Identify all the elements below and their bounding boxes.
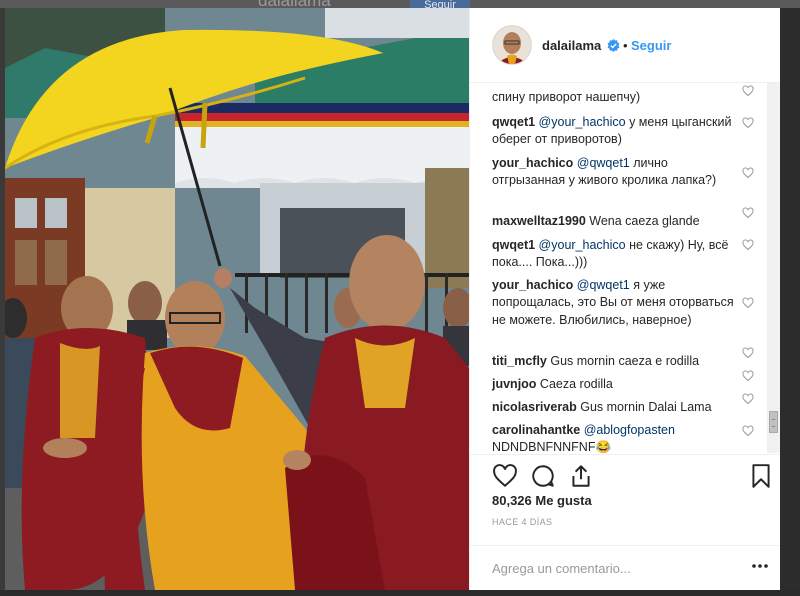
share-icon[interactable] [568, 463, 594, 489]
comment-mention[interactable]: @your_hachico [539, 238, 626, 252]
post-header: dalailama • Seguir [470, 8, 780, 83]
comments-list: спину приворот нашепчу) qwqet1 @your_hac… [470, 83, 780, 453]
add-comment-bar [470, 545, 780, 592]
bookmark-icon[interactable] [748, 463, 774, 489]
separator-dot: • [623, 38, 628, 53]
comment-item: your_hachico @qwqet1 лично отгрызанная у… [492, 155, 742, 190]
heart-icon[interactable] [492, 463, 518, 489]
comment-text: Gus mornin Dalai Lama [576, 400, 712, 414]
comment-item: qwqet1 @your_hachico у меня цыганский об… [492, 114, 742, 149]
comment-like-heart-icon[interactable] [742, 167, 754, 179]
comment-like-heart-icon[interactable] [742, 370, 754, 382]
comment-username[interactable]: carolinahantke [492, 423, 580, 437]
comment-text: NDNDBNFNNFNF😂 [492, 440, 612, 453]
comment-text: Wena caeza glande [585, 214, 700, 228]
comment-text: Gus mornin caeza e rodilla [546, 354, 700, 368]
avatar[interactable] [492, 25, 532, 65]
comment-like-heart-icon[interactable] [742, 117, 754, 129]
comment-bubble-icon[interactable] [530, 463, 556, 489]
comment-username[interactable]: nicolasriverab [492, 400, 577, 414]
comment-text: Caeza rodilla [536, 377, 613, 391]
more-dots-icon[interactable] [751, 562, 769, 570]
post-photo[interactable] [5, 8, 469, 590]
comment-mention[interactable]: @qwqet1 [577, 156, 630, 170]
comment-item: titi_mcfly Gus mornin caeza e rodilla [492, 353, 742, 370]
photo-illustration [5, 8, 469, 590]
comment-like-heart-icon[interactable] [742, 347, 754, 359]
post-actions: 80,326 Me gusta HACE 4 DÍAS [470, 454, 780, 591]
comment-username[interactable]: maxwelltaz1990 [492, 214, 586, 228]
comment-like-heart-icon[interactable] [742, 393, 754, 405]
comment-username[interactable]: juvnjoo [492, 377, 536, 391]
comment-username[interactable]: your_hachico [492, 156, 573, 170]
comment-username[interactable]: qwqet1 [492, 238, 535, 252]
likes-count[interactable]: 80,326 Me gusta [492, 493, 592, 508]
comment-username[interactable]: qwqet1 [492, 115, 535, 129]
comment-item: спину приворот нашепчу) [492, 89, 742, 106]
comment-item: maxwelltaz1990 Wena caeza glande [492, 213, 742, 230]
verified-badge-icon [607, 39, 620, 52]
comment-like-heart-icon[interactable] [742, 85, 754, 97]
post-timestamp[interactable]: HACE 4 DÍAS [492, 517, 552, 527]
comment-username[interactable]: your_hachico [492, 278, 573, 292]
scrollbar-thumb[interactable] [769, 411, 778, 433]
post-panel: dalailama • Seguir спину приворот нашепч… [469, 8, 780, 590]
background-follow-button: Seguir [410, 0, 470, 11]
comment-mention[interactable]: @qwqet1 [577, 278, 630, 292]
comment-item: nicolasriverab Gus mornin Dalai Lama [492, 399, 742, 416]
comment-like-heart-icon[interactable] [742, 207, 754, 219]
comment-like-heart-icon[interactable] [742, 297, 754, 309]
follow-button[interactable]: Seguir [631, 38, 671, 53]
background-overlay-right [779, 8, 800, 596]
comment-username[interactable]: titi_mcfly [492, 354, 547, 368]
comment-text: спину приворот нашепчу) [492, 90, 641, 104]
comment-like-heart-icon[interactable] [742, 425, 754, 437]
comment-item: qwqet1 @your_hachico не скажу) Ну, всё п… [492, 237, 742, 272]
background-page-strip: dalailama Seguir [0, 0, 800, 11]
comment-item: carolinahantke @ablogfopasten NDNDBNFNNF… [492, 422, 742, 453]
comment-item: juvnjoo Caeza rodilla [492, 376, 742, 393]
comment-input[interactable] [492, 558, 722, 578]
comment-mention[interactable]: @ablogfopasten [584, 423, 675, 437]
comment-item: your_hachico @qwqet1 я уже попрощалась, … [492, 277, 742, 329]
avatar-image [493, 26, 531, 64]
post-username[interactable]: dalailama [542, 38, 601, 53]
comment-like-heart-icon[interactable] [742, 239, 754, 251]
comment-mention[interactable]: @your_hachico [539, 115, 626, 129]
comments-scrollbar[interactable] [767, 83, 780, 453]
